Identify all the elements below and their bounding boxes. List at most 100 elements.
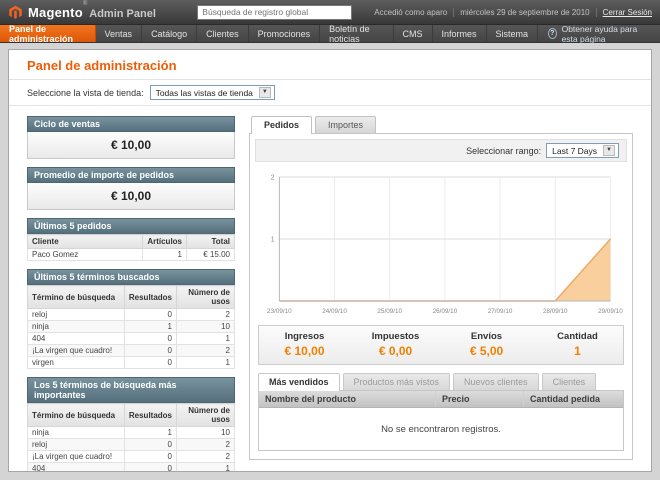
svg-text:25/09/10: 25/09/10 [377, 308, 402, 315]
table-row[interactable]: Paco Gomez 1 € 15.00 [28, 249, 235, 261]
tab-bestsellers[interactable]: Más vendidos [258, 373, 340, 391]
table-row[interactable]: ninja 1 10 [28, 321, 235, 333]
total-cell: € 15.00 [187, 249, 235, 261]
svg-text:1: 1 [271, 236, 275, 243]
last-search-terms-panel: Últimos 5 términos buscados Término de b… [27, 269, 235, 369]
grid-tabs: Más vendidos Productos más vistos Nuevos… [258, 373, 624, 390]
nav-item-catalog[interactable]: Catálogo [142, 25, 197, 42]
panel-title: Últimos 5 términos buscados [27, 269, 235, 285]
table-row[interactable]: ¡La virgen que cuadro! 0 2 [28, 345, 235, 357]
svg-text:23/09/10: 23/09/10 [267, 308, 292, 315]
col-header-term: Término de búsqueda [28, 404, 125, 427]
uses-cell: 10 [177, 321, 235, 333]
svg-text:24/09/10: 24/09/10 [322, 308, 347, 315]
last-orders-table: Cliente Artículos Total Paco Gomez 1 € 1… [27, 234, 235, 261]
table-row[interactable]: reloj 0 2 [28, 309, 235, 321]
nav-item-reports[interactable]: Informes [433, 25, 487, 42]
results-cell: 0 [124, 451, 176, 463]
tab-customers[interactable]: Clientes [542, 373, 597, 390]
header: Magento®Admin Panel Accedió como aparo m… [0, 0, 660, 25]
tab-most-viewed[interactable]: Productos más vistos [343, 373, 451, 390]
logo-brand: Magento [28, 5, 83, 20]
svg-text:28/09/10: 28/09/10 [543, 308, 568, 315]
content-wrap: Panel de administración Seleccione la vi… [0, 43, 660, 480]
term-cell: ninja [28, 321, 125, 333]
empty-records-message: No se encontraron registros. [259, 408, 623, 450]
orders-chart: 1223/09/1024/09/1025/09/1026/09/1027/09/… [250, 167, 632, 317]
orders-tab-panel: Seleccionar rango: Last 7 Days ▼ 1 2 23/09… [249, 133, 633, 460]
svg-text:2: 2 [271, 174, 275, 181]
range-select-value: Last 7 Days [552, 146, 597, 156]
term-cell: virgen [28, 357, 125, 369]
term-cell: ¡La virgen que cuadro! [28, 451, 125, 463]
nav-item-newsletter[interactable]: Boletín de noticias [320, 25, 393, 42]
items-cell: 1 [143, 249, 187, 261]
results-cell: 1 [124, 427, 176, 439]
table-row[interactable]: reloj 0 2 [28, 439, 235, 451]
nav-item-cms[interactable]: CMS [394, 25, 433, 42]
stat-shipping: Envíos € 5,00 [441, 326, 532, 364]
panel-title: Los 5 términos de búsqueda más important… [27, 377, 235, 403]
stat-quantity: Cantidad 1 [532, 326, 623, 364]
nav-item-sales[interactable]: Ventas [96, 25, 143, 42]
store-view-select-value: Todas las vistas de tienda [156, 88, 253, 98]
average-orders-panel: Promedio de importe de pedidos € 10,00 [27, 167, 235, 210]
col-header-items: Artículos [143, 235, 187, 249]
stat-tax: Impuestos € 0,00 [350, 326, 441, 364]
tab-amounts[interactable]: Importes [315, 116, 376, 133]
logged-in-as: Accedió como aparo [374, 8, 447, 17]
stat-label: Impuestos [350, 331, 441, 342]
results-cell: 1 [124, 321, 176, 333]
table-row[interactable]: ninja 1 10 [28, 427, 235, 439]
current-date: miércoles 29 de septiembre de 2010 [460, 8, 589, 17]
logout-link[interactable]: Cerrar Sesión [603, 8, 652, 17]
col-header-customer: Cliente [28, 235, 143, 249]
col-header-uses: Número de usos [177, 286, 235, 309]
table-row[interactable]: 404 0 1 [28, 333, 235, 345]
col-header-price: Precio [435, 391, 523, 407]
tab-orders[interactable]: Pedidos [251, 116, 312, 134]
range-select[interactable]: Last 7 Days ▼ [546, 143, 619, 158]
help-link[interactable]: ? Obtener ayuda para esta página [538, 25, 660, 42]
uses-cell: 2 [177, 345, 235, 357]
table-row[interactable]: ¡La virgen que cuadro! 0 2 [28, 451, 235, 463]
nav-item-customers[interactable]: Clientes [197, 25, 249, 42]
results-cell: 0 [124, 345, 176, 357]
term-cell: ¡La virgen que cuadro! [28, 345, 125, 357]
customer-cell: Paco Gomez [28, 249, 143, 261]
svg-text:29/09/10: 29/09/10 [598, 308, 623, 315]
nav-item-dashboard[interactable]: Panel de administración [0, 25, 96, 42]
term-cell: reloj [28, 439, 125, 451]
tab-new-customers[interactable]: Nuevos clientes [453, 373, 539, 390]
main-nav: Panel de administración Ventas Catálogo … [0, 25, 660, 43]
panel-title: Promedio de importe de pedidos [27, 167, 235, 183]
top-search-terms-table: Término de búsqueda Resultados Número de… [27, 403, 235, 472]
results-cell: 0 [124, 333, 176, 345]
nav-item-promotions[interactable]: Promociones [249, 25, 321, 42]
stat-value: € 10,00 [259, 344, 350, 358]
range-label: Seleccionar rango: [466, 146, 541, 156]
divider [453, 8, 454, 17]
store-view-select[interactable]: Todas las vistas de tienda ▼ [150, 85, 275, 100]
uses-cell: 10 [177, 427, 235, 439]
right-column: Pedidos Importes Seleccionar rango: Last… [249, 116, 633, 472]
col-header-total: Total [187, 235, 235, 249]
range-bar: Seleccionar rango: Last 7 Days ▼ [255, 139, 627, 162]
uses-cell: 1 [177, 463, 235, 473]
table-header-row: Término de búsqueda Resultados Número de… [28, 404, 235, 427]
lifetime-sales-value: € 10,00 [27, 132, 235, 159]
nav-item-system[interactable]: Sistema [487, 25, 539, 42]
table-header-row: Cliente Artículos Total [28, 235, 235, 249]
table-row[interactable]: 404 0 1 [28, 463, 235, 473]
global-search-input[interactable] [197, 5, 352, 20]
stat-value: 1 [532, 344, 623, 358]
table-header-row: Término de búsqueda Resultados Número de… [28, 286, 235, 309]
left-column: Ciclo de ventas € 10,00 Promedio de impo… [27, 116, 235, 472]
uses-cell: 2 [177, 451, 235, 463]
table-row[interactable]: virgen 0 1 [28, 357, 235, 369]
term-cell: 404 [28, 333, 125, 345]
page-title: Panel de administración [9, 50, 651, 79]
magento-logo-icon [8, 5, 23, 20]
uses-cell: 2 [177, 439, 235, 451]
col-header-uses: Número de usos [177, 404, 235, 427]
